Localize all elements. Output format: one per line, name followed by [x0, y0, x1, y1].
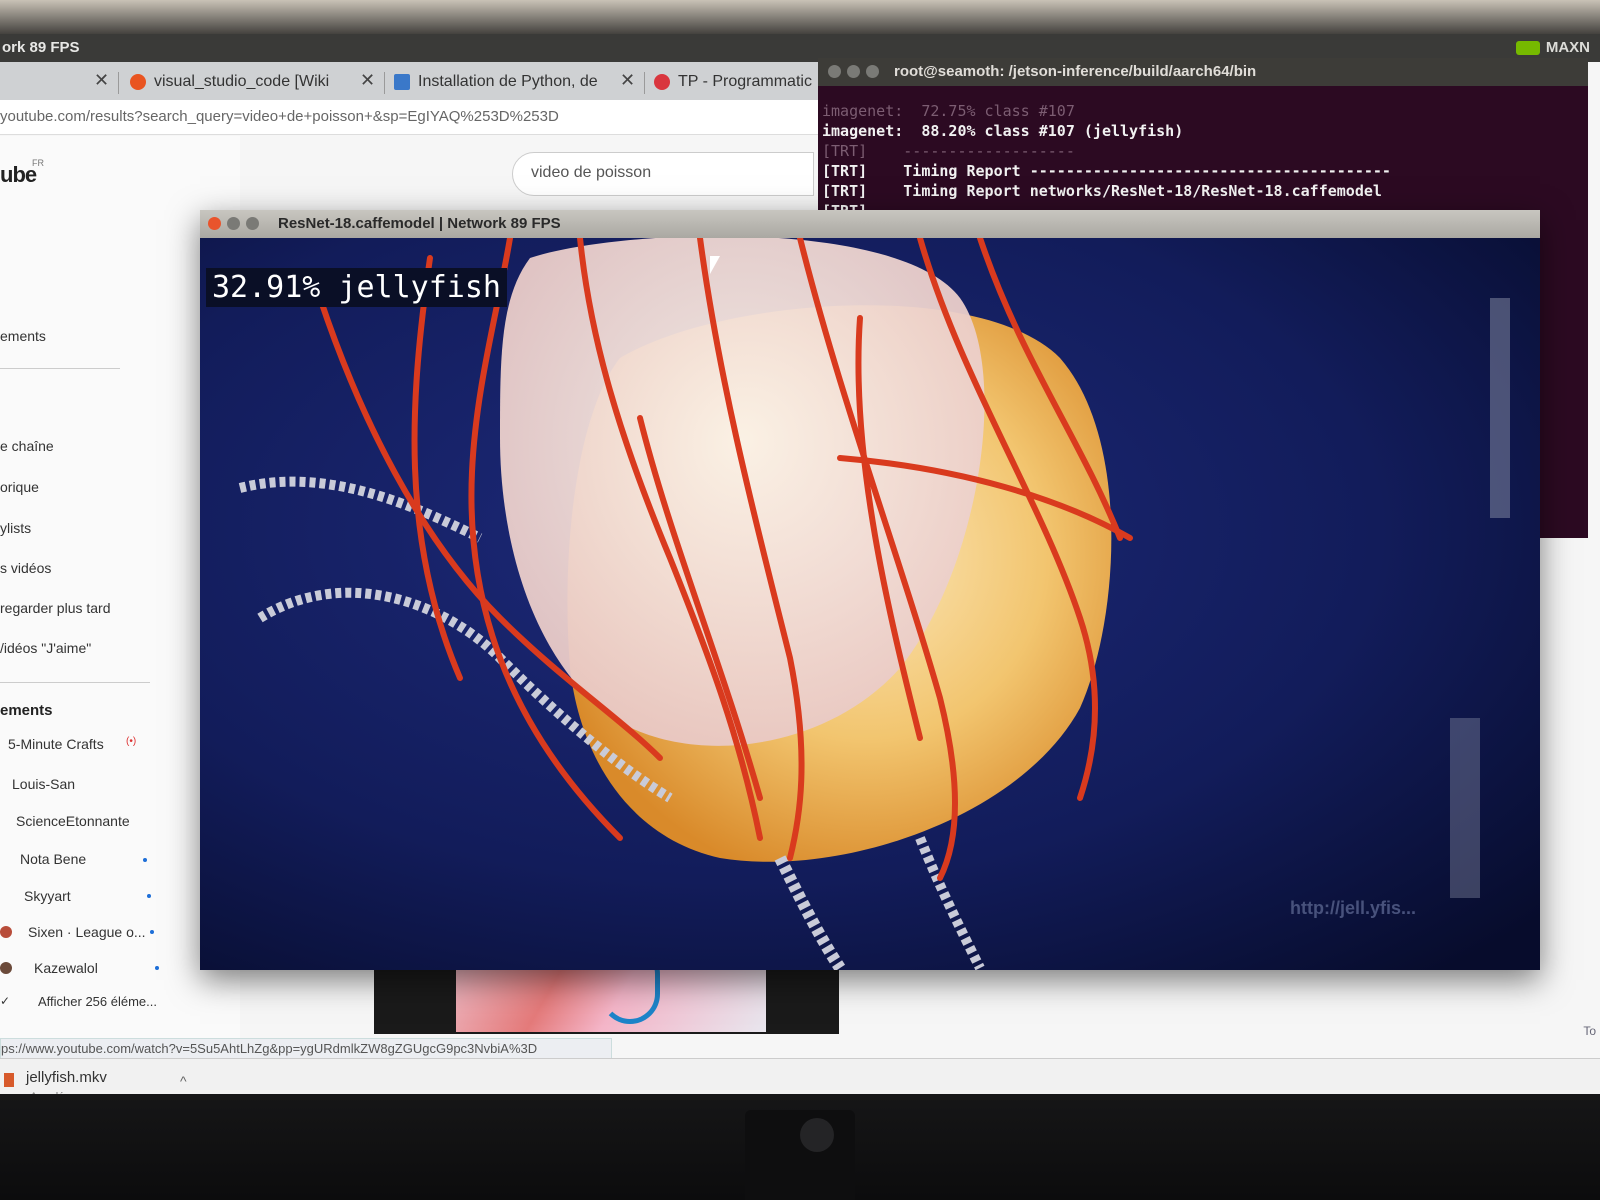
tab-label: Installation de Python, de	[418, 73, 598, 90]
file-icon	[4, 1073, 14, 1087]
sidebar-sub-nota-bene[interactable]: Nota Bene	[20, 851, 86, 867]
new-content-dot	[143, 858, 147, 862]
monitor-bezel-top	[0, 0, 1600, 36]
classification-overlay: 32.91% jellyfish	[206, 268, 507, 307]
chevron-down-icon: ✓	[0, 994, 11, 1008]
tab-separator	[644, 72, 645, 94]
sidebar-sub-5-minute-crafts[interactable]: 5-Minute Crafts	[8, 736, 104, 752]
new-content-dot	[155, 966, 159, 970]
youtube-logo[interactable]: ube	[0, 162, 37, 188]
monitor-logo-icon	[800, 1118, 834, 1152]
maximize-icon[interactable]	[246, 217, 259, 230]
tab-separator	[384, 72, 385, 94]
close-icon[interactable]	[828, 65, 841, 78]
screen: ork 89 FPS MAXN ✕ visual_studio_code [Wi…	[0, 34, 1600, 1114]
sidebar-item-chaine[interactable]: e chaîne	[0, 438, 54, 454]
sidebar-sub-louis-san[interactable]: Louis-San	[12, 776, 75, 792]
terminal-line: imagenet: 72.75% class #107	[822, 102, 1075, 120]
minimize-icon[interactable]	[847, 65, 860, 78]
address-bar[interactable]: youtube.com/results?search_query=video+d…	[0, 100, 820, 135]
terminal-titlebar[interactable]: root@seamoth: /jetson-inference/build/aa…	[818, 58, 1588, 86]
sidebar-item-vos-videos[interactable]: s vidéos	[0, 560, 51, 576]
video-watermark: http://jell.yfis...	[1290, 898, 1417, 918]
sidebar-item-videos-jaime[interactable]: /idéos "J'aime"	[0, 640, 91, 656]
tab-visual-studio-code[interactable]: visual_studio_code [Wiki	[130, 66, 348, 98]
download-filename[interactable]: jellyfish.mkv	[26, 1069, 107, 1086]
url-text: youtube.com/results?search_query=video+d…	[0, 108, 559, 125]
search-input[interactable]: video de poisson	[512, 152, 814, 196]
sidebar-sub-skyyart[interactable]: Skyyart	[24, 888, 71, 904]
sidebar-sub-kazewalol[interactable]: Kazewalol	[34, 960, 98, 976]
divider	[0, 368, 120, 369]
terminal-line: [TRT] Timing Report --------------------…	[822, 162, 1391, 180]
show-more-button[interactable]: Afficher 256 éléme...	[38, 994, 157, 1009]
terminal-line: [TRT] Timing Report networks/ResNet-18/R…	[822, 182, 1382, 200]
sidebar-item-playlists[interactable]: ylists	[0, 520, 31, 536]
new-content-dot	[147, 894, 151, 898]
search-value: video de poisson	[531, 164, 652, 181]
live-icon: (•)	[126, 736, 137, 747]
sidebar-item-historique[interactable]: orique	[0, 479, 39, 495]
tab-installation-python[interactable]: Installation de Python, de	[394, 66, 604, 98]
jellyfish-image	[200, 238, 1540, 970]
subscriptions-heading: ements	[0, 702, 53, 719]
video-frame: 32.91% jellyfish http://jell.yfis...	[200, 238, 1540, 970]
tab-tp-programmation[interactable]: TP - Programmatic	[654, 66, 818, 98]
ubuntu-icon	[130, 74, 146, 90]
sidebar-sub-sixen[interactable]: Sixen · League o...	[28, 924, 146, 940]
terminal-line: [TRT] -------------------	[822, 142, 1075, 160]
power-mode-label: MAXN	[1545, 39, 1590, 56]
region-label: FR	[32, 158, 44, 168]
edge-text: To	[1583, 1024, 1596, 1038]
network-window-title: ResNet-18.caffemodel | Network 89 FPS	[278, 215, 561, 232]
package-icon	[394, 74, 410, 90]
avatar	[0, 926, 12, 938]
sidebar-item-abonnements[interactable]: ements	[0, 328, 46, 344]
nvidia-icon	[1515, 40, 1540, 55]
tab-separator	[118, 72, 119, 94]
terminal-title: root@seamoth: /jetson-inference/build/aa…	[894, 63, 1257, 80]
chevron-up-icon[interactable]: ^	[180, 1073, 187, 1089]
close-icon[interactable]: ✕	[94, 70, 109, 91]
close-icon[interactable]: ✕	[360, 70, 375, 91]
window-title-fragment: ork 89 FPS	[2, 39, 80, 56]
close-icon[interactable]	[208, 217, 221, 230]
terminal-line: imagenet: 88.20% class #107 (jellyfish)	[822, 122, 1184, 140]
sidebar-sub-scienceetonnante[interactable]: ScienceEtonnante	[16, 813, 130, 829]
status-url-text: ps://www.youtube.com/watch?v=5Su5AhtLhZg…	[1, 1041, 538, 1056]
browser-tab-strip: ✕ visual_studio_code [Wiki ✕ Installatio…	[0, 62, 820, 100]
tab-label: TP - Programmatic	[678, 73, 812, 90]
mouse-cursor-icon	[710, 256, 720, 274]
minimize-icon[interactable]	[227, 217, 240, 230]
network-window-titlebar[interactable]: ResNet-18.caffemodel | Network 89 FPS	[200, 210, 1540, 238]
new-content-dot	[150, 930, 154, 934]
power-mode-indicator[interactable]: MAXN	[1515, 39, 1590, 56]
divider	[0, 682, 150, 683]
avatar	[0, 962, 12, 974]
link-status-bubble: ps://www.youtube.com/watch?v=5Su5AhtLhZg…	[0, 1038, 612, 1060]
close-icon[interactable]: ✕	[620, 70, 635, 91]
tab-label: visual_studio_code [Wiki	[154, 73, 330, 90]
tp-icon	[654, 74, 670, 90]
maximize-icon[interactable]	[866, 65, 879, 78]
monitor-stand	[745, 1110, 855, 1200]
sidebar-item-regarder-plus-tard[interactable]: regarder plus tard	[0, 600, 111, 616]
imagenet-video-window[interactable]: ResNet-18.caffemodel | Network 89 FPS 32…	[200, 210, 1540, 970]
